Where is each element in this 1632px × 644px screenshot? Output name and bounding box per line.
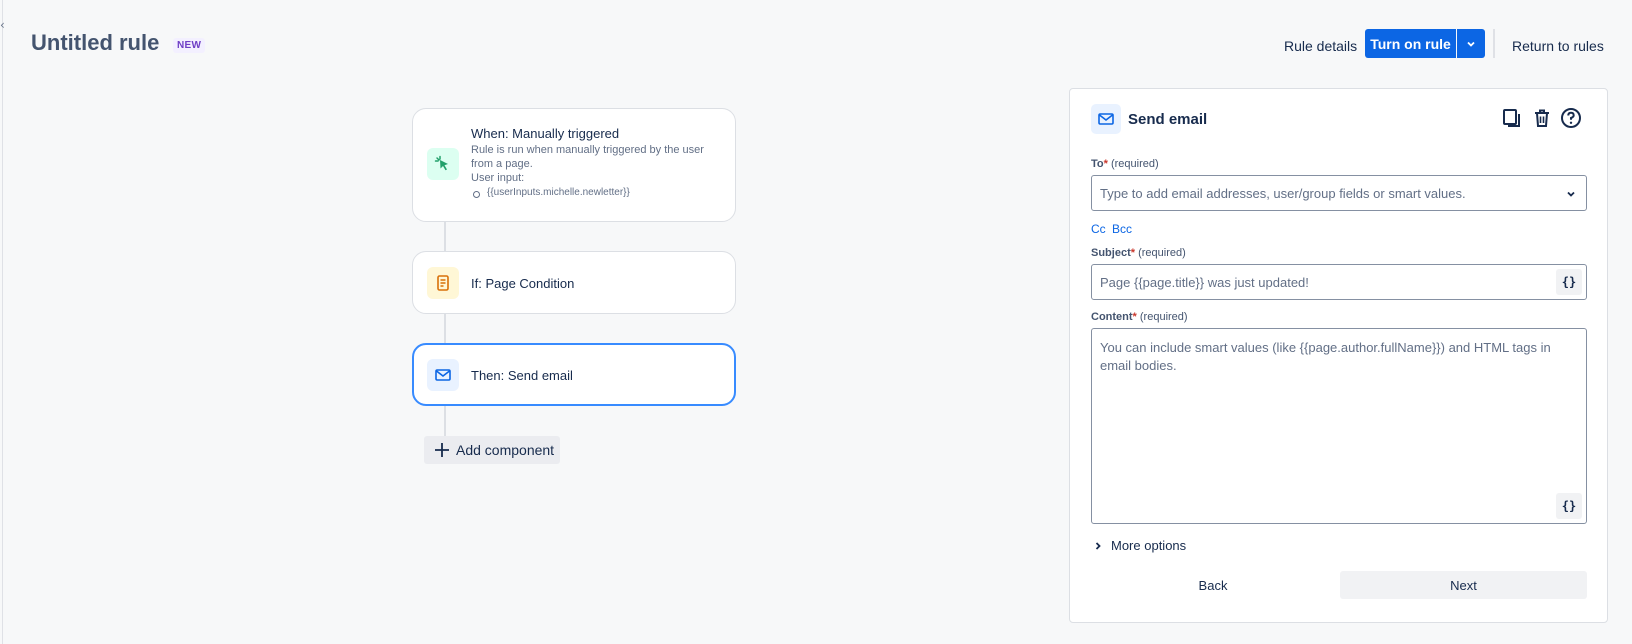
trigger-title: When: Manually triggered xyxy=(471,126,620,141)
action-title: Then: Send email xyxy=(471,368,573,383)
add-component-label: Add component xyxy=(456,442,555,458)
rule-details-button[interactable]: Rule details xyxy=(1284,33,1357,59)
page-icon xyxy=(427,267,459,299)
next-button[interactable]: Next xyxy=(1340,571,1587,599)
plus-icon xyxy=(435,443,449,457)
header-divider xyxy=(1493,29,1495,58)
panel-title: Send email xyxy=(1128,111,1208,128)
duplicate-icon[interactable] xyxy=(1500,106,1524,130)
cursor-click-icon xyxy=(427,148,459,180)
to-placeholder: Type to add email addresses, user/group … xyxy=(1100,186,1466,201)
chevron-right-icon xyxy=(1095,541,1101,550)
flow-connector xyxy=(444,313,446,343)
cc-link[interactable]: Cc xyxy=(1091,222,1106,236)
content-field[interactable]: You can include smart values (like {{pag… xyxy=(1091,328,1587,524)
subject-placeholder: Page {{page.title}} was just updated! xyxy=(1100,275,1309,290)
condition-card[interactable]: If: Page Condition xyxy=(412,251,736,314)
chevron-down-icon xyxy=(1467,41,1475,47)
flow-connector xyxy=(444,221,446,251)
user-input-label: User input: xyxy=(471,172,525,184)
trash-icon[interactable] xyxy=(1530,106,1554,130)
left-sidebar-edge xyxy=(0,0,3,644)
trigger-card[interactable]: When: Manually triggered Rule is run whe… xyxy=(412,108,736,222)
trigger-description: Rule is run when manually triggered by t… xyxy=(471,143,721,185)
send-email-panel: Send email To* (required) Type to add em… xyxy=(1069,88,1608,623)
action-card[interactable]: Then: Send email xyxy=(412,343,736,406)
mail-icon xyxy=(427,359,459,391)
to-field[interactable]: Type to add email addresses, user/group … xyxy=(1091,175,1587,211)
return-to-rules-button[interactable]: Return to rules xyxy=(1512,33,1604,59)
turn-on-options-button[interactable] xyxy=(1457,29,1485,58)
user-input-item: {{userInputs.michelle.newletter}} xyxy=(473,187,630,198)
mail-icon xyxy=(1091,104,1121,134)
back-button[interactable]: Back xyxy=(1090,571,1336,599)
turn-on-rule-button[interactable]: Turn on rule xyxy=(1365,29,1456,58)
subject-label: Subject* (required) xyxy=(1091,247,1186,259)
content-label: Content* (required) xyxy=(1091,311,1188,323)
collapse-chevron-icon[interactable]: ‹ xyxy=(0,18,5,32)
more-options-toggle[interactable]: More options xyxy=(1093,538,1186,553)
flow-connector xyxy=(444,405,446,436)
add-component-button[interactable]: Add component xyxy=(424,436,560,464)
condition-title: If: Page Condition xyxy=(471,276,575,291)
smart-value-button[interactable]: {} xyxy=(1556,493,1582,519)
bcc-link[interactable]: Bcc xyxy=(1112,222,1132,236)
to-label: To* (required) xyxy=(1091,158,1159,170)
smart-value-button[interactable]: {} xyxy=(1556,269,1582,295)
more-options-label: More options xyxy=(1111,538,1187,553)
page-title: Untitled rule xyxy=(31,30,160,55)
subject-field[interactable]: Page {{page.title}} was just updated! {} xyxy=(1091,264,1587,300)
trigger-description-text: Rule is run when manually triggered by t… xyxy=(471,144,704,170)
chevron-down-icon[interactable] xyxy=(1566,189,1576,199)
help-icon[interactable] xyxy=(1559,106,1583,130)
content-placeholder: You can include smart values (like {{pag… xyxy=(1100,340,1551,373)
new-badge: NEW xyxy=(173,38,206,53)
